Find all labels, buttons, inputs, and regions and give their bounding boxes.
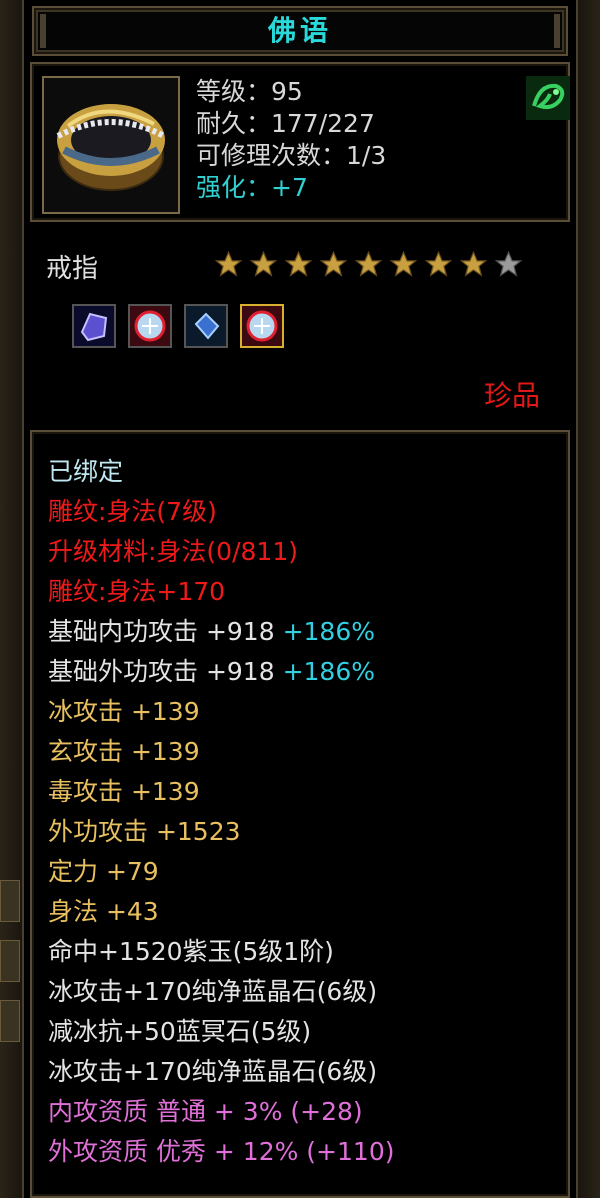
item-tooltip: 佛语 等级：95 耐久：177/227 可修理次数：1/3 强化：+7 戒指 珍… bbox=[22, 0, 578, 1198]
red-crystal-gem-icon[interactable] bbox=[128, 304, 172, 348]
star-icon bbox=[249, 250, 278, 277]
outer-quality-line: 外攻资质 优秀 + 12% (+110) bbox=[48, 1137, 395, 1166]
title-ornament bbox=[554, 14, 560, 48]
purple-gem-icon[interactable] bbox=[72, 304, 116, 348]
inner-quality-line: 内攻资质 普通 + 3% (+28) bbox=[48, 1097, 363, 1126]
item-type: 戒指 bbox=[46, 254, 99, 284]
socket-line: 冰攻击+170纯净蓝晶石(6级) bbox=[48, 1057, 378, 1086]
ring-icon bbox=[42, 76, 180, 214]
star-icon bbox=[459, 250, 488, 277]
socket-line: 命中+1520紫玉(5级1阶) bbox=[48, 937, 334, 966]
rarity-label: 珍品 bbox=[483, 379, 540, 412]
base-inner-attack-line: 基础内功攻击 +918 +186% bbox=[48, 612, 394, 652]
base-outer-attack-line: 基础外功攻击 +918 +186% bbox=[48, 652, 394, 692]
star-icon bbox=[284, 250, 313, 277]
level-text: 等级：95 bbox=[196, 77, 303, 106]
focus-line: 定力 +79 bbox=[48, 857, 159, 886]
socket-line: 减冰抗+50蓝冥石(5级) bbox=[48, 1017, 312, 1046]
base-inner-attack: 基础内功攻击 +918 bbox=[48, 617, 275, 646]
blue-crystal-gem-icon[interactable] bbox=[184, 304, 228, 348]
enhance-level-text: 强化：+7 bbox=[196, 173, 308, 202]
item-stats: 等级：95 耐久：177/227 可修理次数：1/3 强化：+7 bbox=[196, 76, 386, 204]
jade-emblem-icon bbox=[526, 76, 570, 120]
star-empty-icon bbox=[494, 250, 523, 277]
outer-attack-line: 外功攻击 +1523 bbox=[48, 817, 241, 846]
xuan-attack-line: 玄攻击 +139 bbox=[48, 737, 200, 766]
durability-text: 耐久：177/227 bbox=[196, 109, 375, 138]
star-icon bbox=[424, 250, 453, 277]
title-ornament bbox=[40, 14, 46, 48]
engrave-line: 雕纹:身法(7级) bbox=[48, 497, 217, 526]
title-bar: 佛语 bbox=[32, 6, 568, 56]
star-icon bbox=[319, 250, 348, 277]
poison-attack-line: 毒攻击 +139 bbox=[48, 777, 200, 806]
socket-line: 冰攻击+170纯净蓝晶石(6级) bbox=[48, 977, 378, 1006]
engrave-bonus-line: 雕纹:身法+170 bbox=[48, 577, 226, 606]
socket-gems bbox=[72, 304, 284, 348]
attribute-list: 已绑定 雕纹:身法(7级) 升级材料:身法(0/811) 雕纹:身法+170 基… bbox=[48, 452, 394, 1172]
ice-attack-line: 冰攻击 +139 bbox=[48, 697, 200, 726]
bound-status: 已绑定 bbox=[48, 457, 124, 486]
background-ui-fragment bbox=[0, 880, 20, 922]
background-ui-fragment bbox=[0, 1000, 20, 1042]
star-rating bbox=[214, 250, 523, 279]
base-outer-attack-percent: +186% bbox=[282, 657, 375, 686]
repair-count-text: 可修理次数：1/3 bbox=[196, 141, 387, 170]
red-crystal-gem-icon[interactable] bbox=[240, 304, 284, 348]
attribute-panel: 已绑定 雕纹:身法(7级) 升级材料:身法(0/811) 雕纹:身法+170 基… bbox=[30, 430, 570, 1198]
base-inner-attack-percent: +186% bbox=[282, 617, 375, 646]
base-outer-attack: 基础外功攻击 +918 bbox=[48, 657, 275, 686]
agility-line: 身法 +43 bbox=[48, 897, 159, 926]
star-icon bbox=[214, 250, 243, 277]
item-summary: 等级：95 耐久：177/227 可修理次数：1/3 强化：+7 bbox=[30, 62, 570, 222]
upgrade-material-line: 升级材料:身法(0/811) bbox=[48, 537, 298, 566]
star-icon bbox=[354, 250, 383, 277]
background-ui-fragment bbox=[0, 940, 20, 982]
item-name: 佛语 bbox=[267, 14, 332, 47]
star-icon bbox=[389, 250, 418, 277]
